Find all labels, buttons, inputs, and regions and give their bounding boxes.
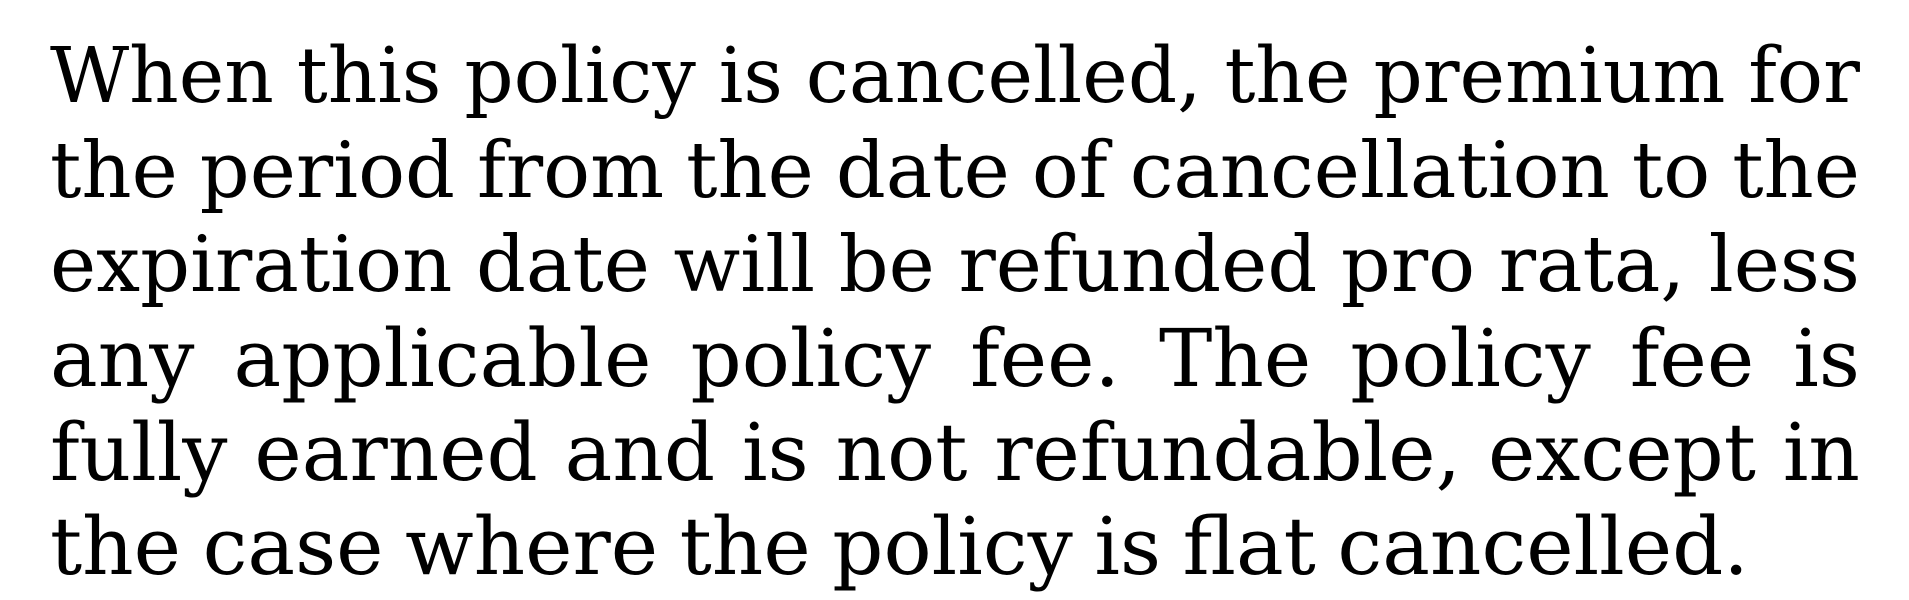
word: is xyxy=(1094,500,1162,593)
word: expiration xyxy=(50,220,453,310)
word: the xyxy=(679,500,811,593)
paragraph-line: the case where the policy is flat cancelled. xyxy=(50,500,1860,594)
word: case xyxy=(202,500,384,593)
word: not xyxy=(835,406,968,499)
word: fee xyxy=(1629,312,1755,405)
paragraph-line: When this policy is cancelled, the premium for xyxy=(50,30,1860,124)
document-page: When this policy is cancelled, the premium for t… xyxy=(50,30,1860,594)
word: flat xyxy=(1182,500,1316,593)
word: where xyxy=(405,500,659,593)
word: the xyxy=(1732,126,1860,216)
word: will xyxy=(673,220,816,310)
word: cancelled, xyxy=(805,32,1202,121)
word: policy xyxy=(690,312,932,405)
word: cancellation xyxy=(1129,126,1610,216)
word: rata, xyxy=(1498,220,1686,310)
word: be xyxy=(838,220,935,310)
word: fully xyxy=(50,406,228,499)
word: is xyxy=(718,32,783,121)
word: except xyxy=(1487,406,1756,499)
word: policy xyxy=(1350,312,1591,405)
word: from xyxy=(477,126,665,216)
word: policy xyxy=(464,32,696,121)
word: fee. xyxy=(970,312,1120,405)
word: is xyxy=(742,406,809,499)
word: The xyxy=(1158,312,1312,405)
paragraph-line: any applicable policy fee. The policy fee is xyxy=(50,312,1860,406)
word: this xyxy=(296,32,442,121)
word: the xyxy=(50,500,182,593)
word: applicable xyxy=(233,312,652,405)
word: any xyxy=(50,312,195,405)
word: of xyxy=(1031,126,1108,216)
word: pro xyxy=(1340,220,1476,310)
word: earned xyxy=(254,406,538,499)
word: cancelled. xyxy=(1337,500,1749,593)
word: and xyxy=(564,406,716,499)
cancellation-policy-paragraph: When this policy is cancelled, the premium for t… xyxy=(50,30,1860,594)
word: to xyxy=(1631,126,1711,216)
word: date xyxy=(475,220,650,310)
word: less xyxy=(1708,220,1860,310)
word: for xyxy=(1748,32,1860,121)
word: the xyxy=(686,126,814,216)
paragraph-line: expiration date will be refunded pro rata, less xyxy=(50,218,1860,312)
word: refunded xyxy=(958,220,1318,310)
paragraph-line: fully earned and is not refundable, except in xyxy=(50,406,1860,500)
word: date xyxy=(835,126,1010,216)
word: When xyxy=(50,32,274,121)
paragraph-line: the period from the date of cancellation to the xyxy=(50,124,1860,218)
word: in xyxy=(1782,406,1860,499)
word: period xyxy=(199,126,455,216)
word: the xyxy=(1224,32,1351,121)
word: is xyxy=(1793,312,1860,405)
word: refundable, xyxy=(994,406,1462,499)
word: the xyxy=(50,126,178,216)
word: premium xyxy=(1373,32,1726,121)
word: policy xyxy=(832,500,1073,593)
